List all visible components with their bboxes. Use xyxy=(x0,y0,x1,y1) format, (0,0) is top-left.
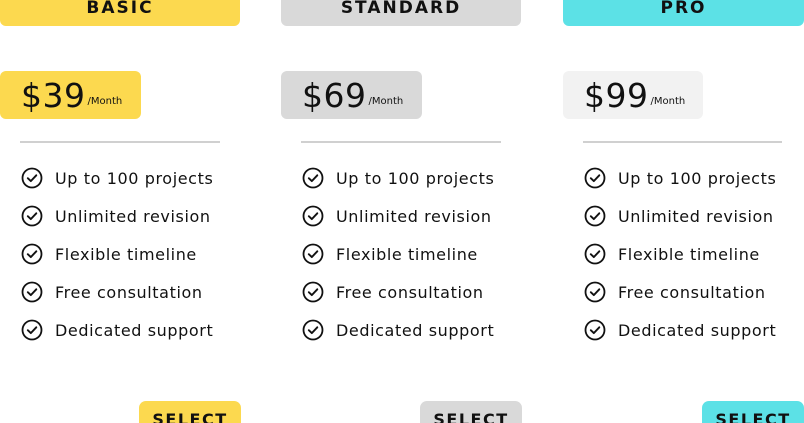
feature-item: Up to 100 projects xyxy=(584,159,776,197)
check-circle-icon xyxy=(21,319,43,341)
feature-label: Flexible timeline xyxy=(55,244,197,264)
check-circle-icon xyxy=(21,281,43,303)
plan-header-pro: PRO xyxy=(563,0,804,26)
price-amount: $39 xyxy=(21,75,86,115)
price-period: /Month xyxy=(650,95,686,107)
feature-label: Dedicated support xyxy=(55,320,214,340)
feature-label: Free consultation xyxy=(336,282,484,302)
price-amount: $99 xyxy=(584,75,649,115)
check-circle-icon xyxy=(21,167,43,189)
divider xyxy=(20,141,220,143)
feature-item: Up to 100 projects xyxy=(302,159,494,197)
price-box-basic: $39 /Month xyxy=(0,71,141,119)
select-button-standard[interactable]: SELECT xyxy=(420,401,522,423)
price-period: /Month xyxy=(368,95,404,107)
feature-label: Up to 100 projects xyxy=(618,168,777,188)
feature-item: Up to 100 projects xyxy=(21,159,213,197)
check-circle-icon xyxy=(21,205,43,227)
feature-item: Free consultation xyxy=(584,273,776,311)
price-period: /Month xyxy=(87,95,123,107)
pricing-table: BASIC $39 /Month Up to 100 projects Unli… xyxy=(0,0,804,423)
feature-label: Dedicated support xyxy=(618,320,777,340)
select-button-pro[interactable]: SELECT xyxy=(702,401,804,423)
feature-item: Flexible timeline xyxy=(302,235,494,273)
feature-list: Up to 100 projects Unlimited revision Fl… xyxy=(21,159,213,349)
check-circle-icon xyxy=(302,281,324,303)
price-box-pro: $99 /Month xyxy=(563,71,703,119)
check-circle-icon xyxy=(584,243,606,265)
feature-item: Free consultation xyxy=(21,273,213,311)
check-circle-icon xyxy=(584,167,606,189)
feature-list: Up to 100 projects Unlimited revision Fl… xyxy=(302,159,494,349)
feature-item: Flexible timeline xyxy=(21,235,213,273)
check-circle-icon xyxy=(302,205,324,227)
check-circle-icon xyxy=(584,205,606,227)
plan-name: STANDARD xyxy=(340,0,462,18)
feature-label: Flexible timeline xyxy=(336,244,478,264)
feature-item: Dedicated support xyxy=(302,311,494,349)
plan-card-pro: PRO $99 /Month Up to 100 projects Unlimi… xyxy=(563,0,804,423)
check-circle-icon xyxy=(302,243,324,265)
feature-label: Free consultation xyxy=(55,282,203,302)
check-circle-icon xyxy=(584,319,606,341)
check-circle-icon xyxy=(302,319,324,341)
feature-label: Dedicated support xyxy=(336,320,495,340)
feature-item: Dedicated support xyxy=(584,311,776,349)
feature-label: Unlimited revision xyxy=(55,206,211,226)
check-circle-icon xyxy=(302,167,324,189)
plan-header-standard: STANDARD xyxy=(281,0,521,26)
feature-label: Unlimited revision xyxy=(336,206,492,226)
plan-name: BASIC xyxy=(86,0,154,18)
divider xyxy=(583,141,782,143)
feature-item: Flexible timeline xyxy=(584,235,776,273)
feature-item: Unlimited revision xyxy=(584,197,776,235)
check-circle-icon xyxy=(584,281,606,303)
feature-list: Up to 100 projects Unlimited revision Fl… xyxy=(584,159,776,349)
plan-name: PRO xyxy=(660,0,707,18)
check-circle-icon xyxy=(21,243,43,265)
feature-label: Free consultation xyxy=(618,282,766,302)
feature-item: Dedicated support xyxy=(21,311,213,349)
select-button-basic[interactable]: SELECT xyxy=(139,401,241,423)
feature-label: Unlimited revision xyxy=(618,206,774,226)
price-amount: $69 xyxy=(302,75,367,115)
feature-item: Unlimited revision xyxy=(21,197,213,235)
divider xyxy=(301,141,501,143)
plan-card-standard: STANDARD $69 /Month Up to 100 projects U… xyxy=(281,0,522,423)
plan-card-basic: BASIC $39 /Month Up to 100 projects Unli… xyxy=(0,0,241,423)
feature-item: Free consultation xyxy=(302,273,494,311)
feature-label: Up to 100 projects xyxy=(55,168,214,188)
feature-item: Unlimited revision xyxy=(302,197,494,235)
plan-header-basic: BASIC xyxy=(0,0,240,26)
price-box-standard: $69 /Month xyxy=(281,71,422,119)
feature-label: Up to 100 projects xyxy=(336,168,495,188)
feature-label: Flexible timeline xyxy=(618,244,760,264)
